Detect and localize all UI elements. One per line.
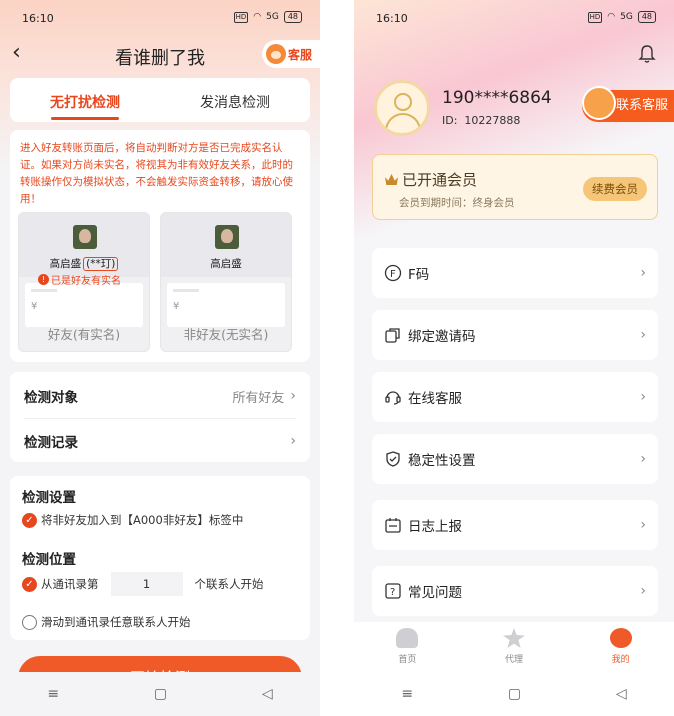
status-time: 16:10 bbox=[22, 12, 54, 25]
home-tab-icon bbox=[396, 628, 419, 648]
menu-item-log-report[interactable]: 日志上报 › bbox=[372, 500, 658, 550]
customer-service-label: 客服 bbox=[288, 47, 313, 62]
avatar[interactable] bbox=[374, 80, 430, 136]
friend-card-caption: 好友(有实名) bbox=[47, 327, 121, 342]
star-icon bbox=[503, 628, 525, 648]
menu-icon[interactable]: ≡ bbox=[401, 686, 413, 702]
friend-tag: (**玎) bbox=[83, 257, 119, 271]
system-nav-bar: ≡ ▢ ◁ bbox=[354, 672, 674, 716]
status-bar: 16:10 HD ◠ 5G 48 bbox=[354, 0, 674, 36]
copy-icon bbox=[384, 326, 402, 344]
tab-no-disturb[interactable]: 无打扰检测 bbox=[10, 78, 160, 122]
battery-icon: 48 bbox=[283, 11, 302, 23]
settings-title: 检测设置 bbox=[22, 490, 76, 506]
chevron-right-icon: › bbox=[640, 265, 646, 281]
hd-icon: HD bbox=[587, 11, 603, 23]
chevron-right-icon: › bbox=[640, 583, 646, 599]
signal-icon: 5G bbox=[620, 12, 633, 22]
tab-agent[interactable]: 代理 bbox=[461, 622, 568, 672]
from-contact-option[interactable]: ✓ 从通讯录第 1 个联系人开始 bbox=[22, 572, 264, 596]
chevron-right-icon: › bbox=[290, 433, 296, 449]
user-phone: 190****6864 bbox=[442, 88, 552, 108]
battery-icon: 48 bbox=[637, 11, 656, 23]
signal-icon: 5G bbox=[266, 12, 279, 22]
check-icon: ✓ bbox=[22, 512, 37, 528]
friend-name: 高启盛 bbox=[49, 258, 82, 270]
currency-symbol: ¥ bbox=[31, 301, 38, 312]
menu-item-stability[interactable]: 稳定性设置 › bbox=[372, 434, 658, 484]
currency-symbol: ¥ bbox=[173, 301, 180, 312]
position-title: 检测位置 bbox=[22, 552, 76, 568]
f-code-icon: F bbox=[384, 264, 402, 282]
back-triangle-icon[interactable]: ◁ bbox=[262, 686, 273, 702]
vip-title: 已开通会员 bbox=[402, 171, 478, 189]
back-triangle-icon[interactable]: ◁ bbox=[616, 686, 627, 702]
settings-card: 检测设置 ✓ 将非好友加入到【A000非好友】标签中 检测位置 ✓ 从通讯录第 … bbox=[10, 476, 310, 640]
menu-item-faq[interactable]: ? 常见问题 › bbox=[372, 566, 658, 616]
chevron-right-icon: › bbox=[640, 389, 646, 405]
menu-item-bind-invite[interactable]: 绑定邀请码 › bbox=[372, 310, 658, 360]
friend-card-unreal: 高启盛 ¥ 非好友(无实名) bbox=[160, 212, 292, 352]
friend-avatar bbox=[73, 225, 97, 249]
vip-expire: 会员到期时间：终身会员 bbox=[399, 197, 515, 209]
real-name-warning: ! 已是好友有实名 bbox=[38, 272, 121, 287]
menu-icon[interactable]: ≡ bbox=[47, 686, 59, 702]
bottom-tab-bar: 首页 代理 我的 bbox=[354, 622, 674, 672]
add-tag-option[interactable]: ✓ 将非好友加入到【A000非好友】标签中 bbox=[22, 512, 243, 528]
target-card: 检测对象 所有好友 › 检测记录 › bbox=[10, 372, 310, 462]
friend-card-caption: 非好友(无实名) bbox=[183, 327, 269, 342]
help-icon: ? bbox=[384, 582, 402, 600]
alert-icon: ! bbox=[38, 274, 49, 285]
friend-name: 高启盛 bbox=[210, 258, 242, 270]
detection-tabs: 无打扰检测 发消息检测 bbox=[10, 78, 310, 122]
status-time: 16:10 bbox=[376, 12, 408, 25]
user-tab-icon bbox=[609, 628, 632, 648]
vip-card: 已开通会员 会员到期时间：终身会员 续费会员 bbox=[372, 154, 658, 220]
home-icon[interactable]: ▢ bbox=[508, 686, 521, 702]
home-icon[interactable]: ▢ bbox=[154, 686, 167, 702]
customer-service-button[interactable]: 客服 bbox=[262, 40, 320, 68]
detect-target-value: 所有好友 bbox=[232, 390, 285, 406]
tab-mine[interactable]: 我的 bbox=[567, 622, 674, 672]
calendar-icon bbox=[384, 516, 402, 534]
notice-text: 进入好友转账页面后，将自动判断对方是否已完成实名认证。如果对方尚未实名，将视其为… bbox=[20, 142, 293, 205]
service-avatar-icon bbox=[266, 44, 286, 64]
detect-record-row[interactable]: 检测记录 › bbox=[24, 419, 296, 463]
crown-icon bbox=[385, 174, 398, 185]
headset-icon bbox=[384, 388, 402, 406]
friend-avatar bbox=[215, 225, 239, 249]
contact-index-input[interactable]: 1 bbox=[110, 572, 183, 596]
menu-item-online-service[interactable]: 在线客服 › bbox=[372, 372, 658, 422]
radio-icon bbox=[22, 614, 37, 630]
shield-icon bbox=[384, 450, 402, 468]
left-screen: 16:10 HD ◠ 5G 48 ‹ 看谁删了我 客服 无打扰检测 发消息检测 … bbox=[0, 0, 320, 716]
chevron-right-icon: › bbox=[640, 517, 646, 533]
menu-item-f-code[interactable]: F F码 › bbox=[372, 248, 658, 298]
system-nav-bar: ≡ ▢ ◁ bbox=[0, 672, 320, 716]
chevron-right-icon: › bbox=[290, 388, 296, 404]
svg-text:F: F bbox=[390, 269, 396, 280]
chevron-right-icon: › bbox=[640, 327, 646, 343]
tab-home[interactable]: 首页 bbox=[354, 622, 461, 672]
hd-icon: HD bbox=[233, 11, 249, 23]
wifi-icon: ◠ bbox=[253, 12, 262, 22]
status-bar: 16:10 HD ◠ 5G 48 bbox=[0, 0, 320, 36]
detect-target-row[interactable]: 检测对象 所有好友 › bbox=[24, 374, 296, 418]
service-avatar-icon bbox=[582, 86, 616, 120]
bell-icon[interactable] bbox=[638, 44, 656, 64]
user-id: ID: 10227888 bbox=[442, 114, 521, 127]
renew-vip-button[interactable]: 续费会员 bbox=[583, 177, 647, 201]
tab-message-detect[interactable]: 发消息检测 bbox=[160, 78, 310, 122]
svg-text:?: ? bbox=[390, 587, 395, 598]
scroll-start-option[interactable]: 滑动到通讯录任意联系人开始 bbox=[22, 614, 191, 630]
right-screen: 16:10 HD ◠ 5G 48 190****6864 ID: 1022788… bbox=[354, 0, 674, 716]
check-icon: ✓ bbox=[22, 576, 37, 592]
contact-service-button[interactable]: 联系客服 bbox=[582, 86, 674, 122]
wifi-icon: ◠ bbox=[607, 12, 616, 22]
chevron-right-icon: › bbox=[640, 451, 646, 467]
